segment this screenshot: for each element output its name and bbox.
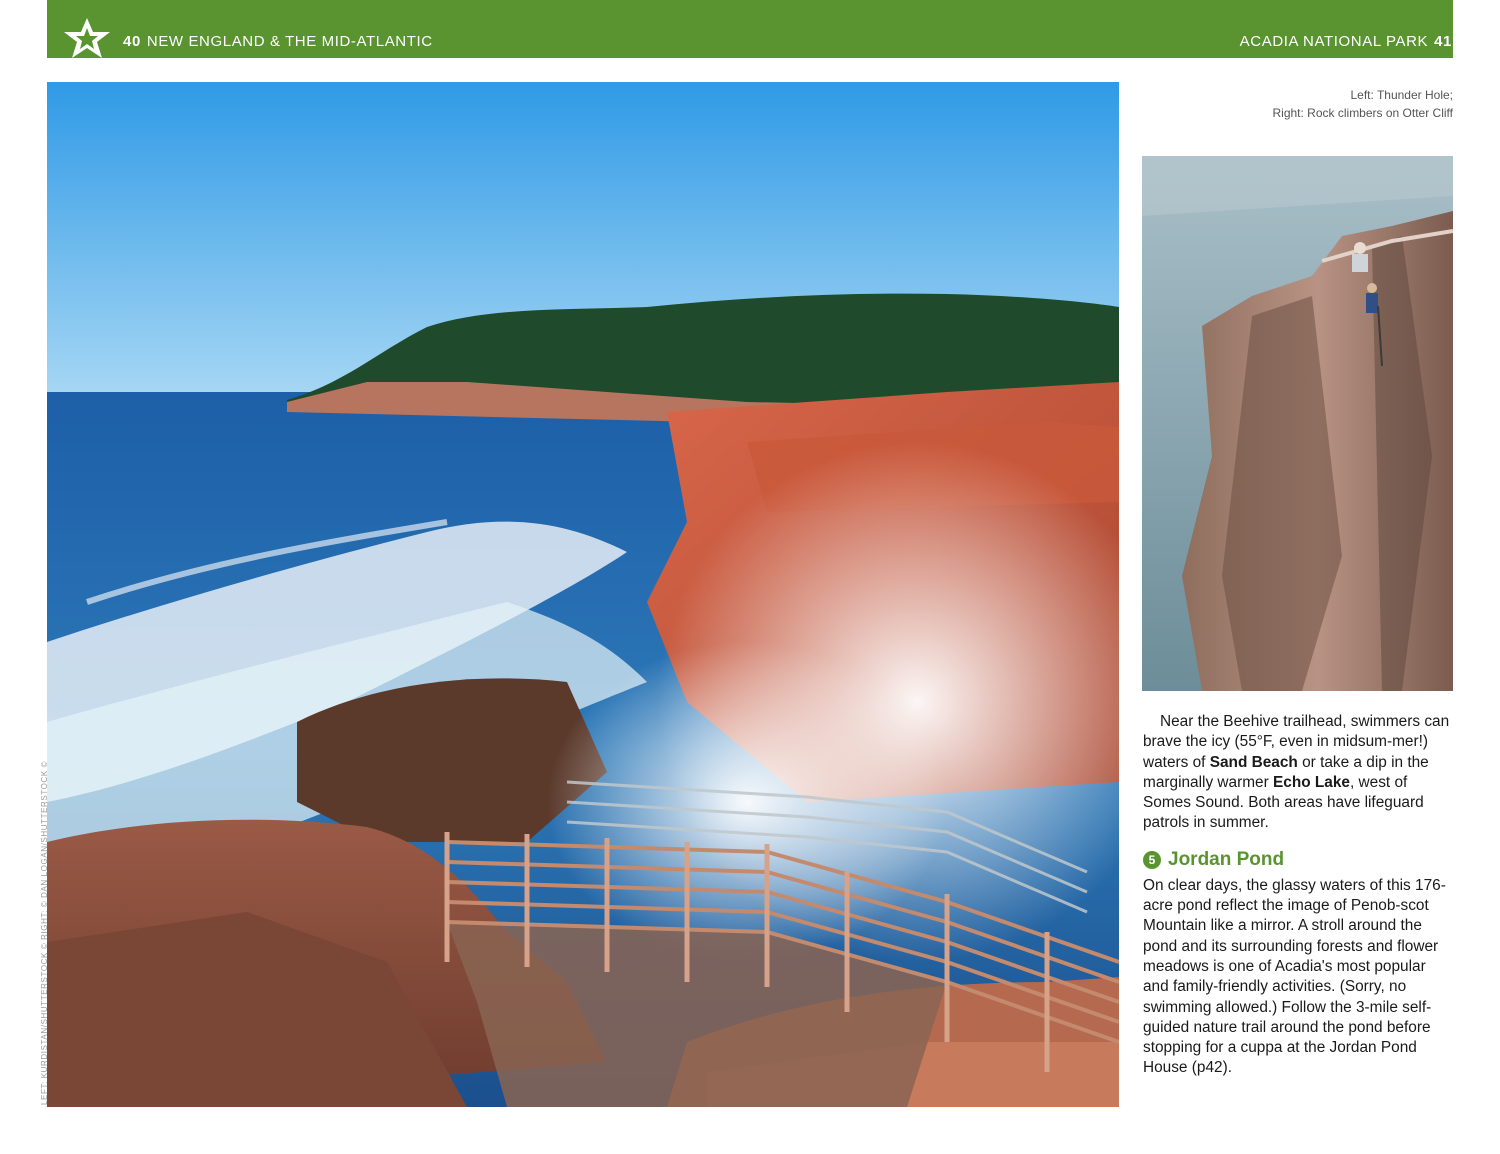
- section-heading: 5 Jordan Pond: [1143, 848, 1455, 872]
- header-left: 40 NEW ENGLAND & THE MID-ATLANTIC: [123, 33, 433, 51]
- left-page-number: 40: [123, 33, 141, 50]
- thunder-hole-photo: [47, 82, 1119, 1107]
- star-icon: [64, 18, 110, 58]
- section-number-badge: 5: [1143, 850, 1161, 869]
- body-text: Near the Beehive trailhead, swimmers can…: [1143, 712, 1455, 1079]
- left-section-title: NEW ENGLAND & THE MID-ATLANTIC: [146, 33, 433, 50]
- paragraph-beaches: Near the Beehive trailhead, swimmers can…: [1143, 712, 1455, 834]
- rock-climbers-photo: [1142, 156, 1453, 691]
- caption-line-1: Left: Thunder Hole;: [1350, 88, 1453, 102]
- right-section-title: ACADIA NATIONAL PARK: [1239, 33, 1429, 50]
- paragraph-jordan-pond: On clear days, the glassy waters of this…: [1143, 876, 1446, 1077]
- place-echo-lake: Echo Lake: [1273, 773, 1350, 791]
- photo-caption: Left: Thunder Hole; Right: Rock climbers…: [1153, 86, 1454, 122]
- section-title: Jordan Pond: [1168, 848, 1285, 870]
- place-sand-beach: Sand Beach: [1209, 753, 1298, 771]
- photo-credit: LEFT: KURDISTAN/SHUTTERSTOCK © RIGHT: © …: [40, 760, 49, 1105]
- header-right: ACADIA NATIONAL PARK 41: [1240, 33, 1452, 51]
- caption-line-2: Right: Rock climbers on Otter Cliff: [1272, 106, 1454, 120]
- right-page-number: 41: [1434, 33, 1452, 50]
